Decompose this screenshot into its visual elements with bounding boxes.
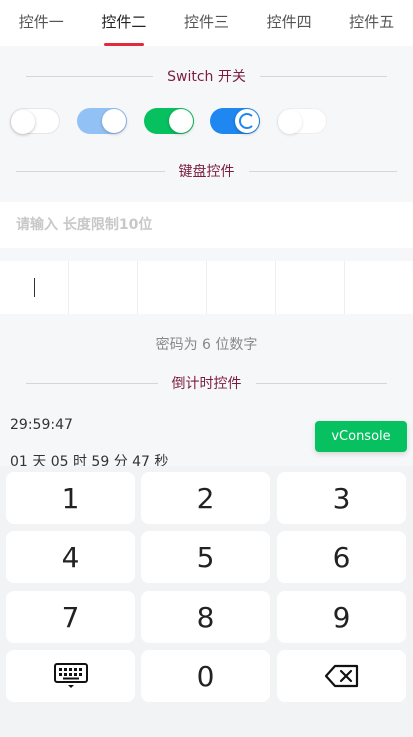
password-cell bbox=[0, 261, 69, 314]
password-cell bbox=[69, 261, 138, 314]
switch-off-disabled[interactable] bbox=[277, 108, 327, 134]
limited-length-input[interactable] bbox=[0, 216, 413, 234]
divider-line bbox=[26, 382, 158, 384]
switch-knob bbox=[169, 109, 193, 133]
number-keyboard: 1 2 3 4 5 6 7 8 9 0 bbox=[0, 466, 413, 737]
switch-section-title: Switch 开关 bbox=[167, 69, 246, 85]
key-6[interactable]: 6 bbox=[277, 531, 406, 583]
loading-spinner-icon bbox=[239, 113, 255, 129]
divider-line bbox=[255, 382, 387, 384]
tab-control-4[interactable]: 控件四 bbox=[248, 0, 331, 46]
countdown-time: 29:59:47 bbox=[10, 417, 73, 433]
key-4[interactable]: 4 bbox=[6, 531, 135, 583]
text-input-row bbox=[0, 202, 413, 248]
key-1[interactable]: 1 bbox=[6, 472, 135, 524]
switch-on-loading[interactable] bbox=[210, 108, 260, 134]
key-5[interactable]: 5 bbox=[141, 531, 270, 583]
password-hint: 密码为 6 位数字 bbox=[155, 337, 258, 353]
password-cell bbox=[207, 261, 276, 314]
divider-line bbox=[26, 75, 154, 77]
divider-line bbox=[16, 170, 165, 172]
switch-knob bbox=[102, 109, 126, 133]
countdown-section-divider: 倒计时控件 bbox=[0, 373, 413, 393]
keyboard-icon bbox=[53, 663, 88, 688]
vconsole-button[interactable]: vConsole bbox=[315, 421, 407, 452]
tab-label: 控件二 bbox=[101, 13, 147, 31]
key-8[interactable]: 8 bbox=[141, 591, 270, 643]
tab-control-2[interactable]: 控件二 bbox=[83, 0, 166, 46]
key-0[interactable]: 0 bbox=[141, 650, 270, 702]
password-cell bbox=[138, 261, 207, 314]
password-cell bbox=[276, 261, 345, 314]
divider-line bbox=[259, 75, 387, 77]
keyboard-section-divider: 键盘控件 bbox=[0, 161, 413, 181]
switch-knob bbox=[235, 109, 259, 133]
collapse-keyboard-button[interactable] bbox=[6, 650, 135, 702]
switch-on-green[interactable] bbox=[144, 108, 194, 134]
key-2[interactable]: 2 bbox=[141, 472, 270, 524]
password-input[interactable] bbox=[0, 261, 413, 314]
divider-line bbox=[248, 170, 397, 172]
keyboard-section-title: 键盘控件 bbox=[178, 164, 235, 180]
switch-knob bbox=[278, 110, 302, 134]
input-caret bbox=[34, 278, 35, 297]
switch-on-disabled[interactable] bbox=[77, 108, 127, 134]
switch-knob bbox=[11, 110, 35, 134]
key-3[interactable]: 3 bbox=[277, 472, 406, 524]
delete-button[interactable] bbox=[277, 650, 406, 702]
tab-control-3[interactable]: 控件三 bbox=[165, 0, 248, 46]
password-cell bbox=[345, 261, 413, 314]
key-9[interactable]: 9 bbox=[277, 591, 406, 643]
switch-off[interactable] bbox=[10, 108, 60, 134]
tab-control-1[interactable]: 控件一 bbox=[0, 0, 83, 46]
switch-section-divider: Switch 开关 bbox=[0, 66, 413, 86]
countdown-section-title: 倒计时控件 bbox=[171, 376, 242, 392]
active-tab-indicator bbox=[103, 43, 145, 46]
tab-bar: 控件一 控件二 控件三 控件四 控件五 bbox=[0, 0, 413, 46]
backspace-icon bbox=[324, 664, 358, 688]
key-7[interactable]: 7 bbox=[6, 591, 135, 643]
tab-control-5[interactable]: 控件五 bbox=[330, 0, 413, 46]
